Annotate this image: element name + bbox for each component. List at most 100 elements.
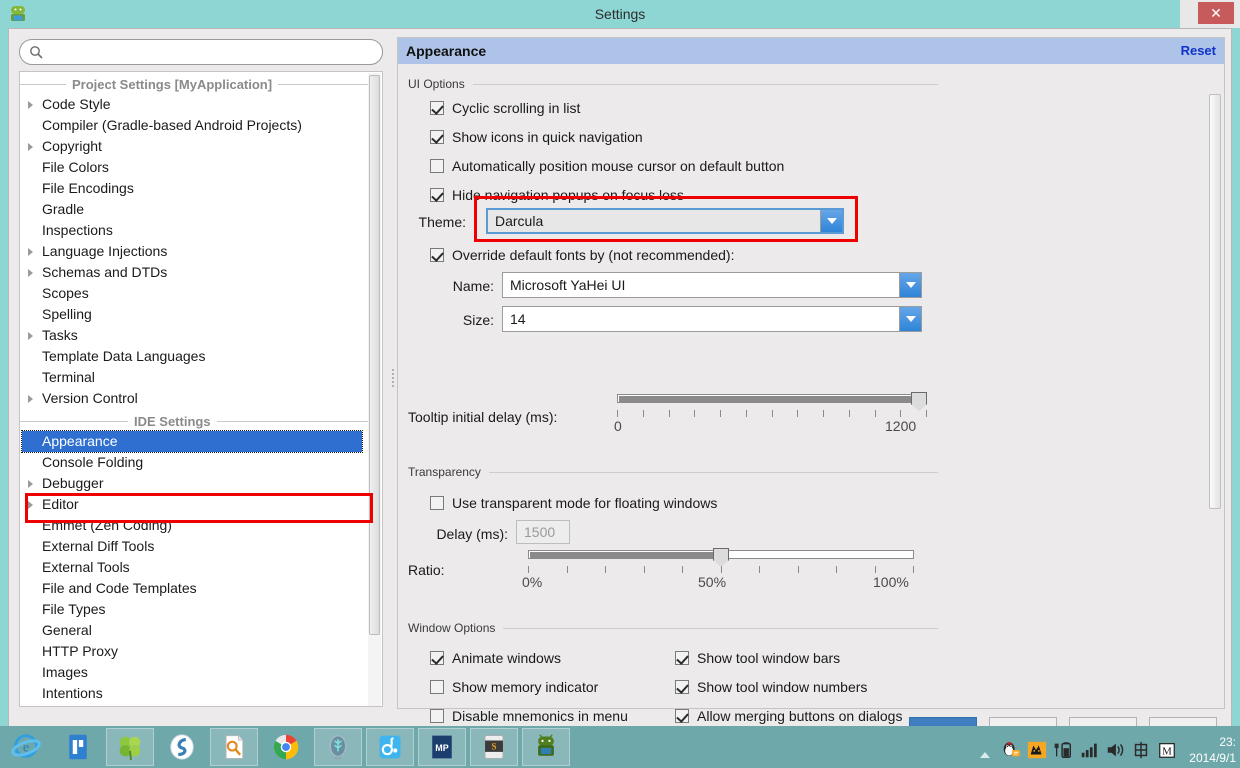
sidebar-item-copyright[interactable]: Copyright	[20, 136, 368, 157]
checkbox-box[interactable]	[430, 496, 444, 510]
chevron-down-icon[interactable]	[899, 273, 921, 297]
sidebar-item-console-folding[interactable]: Console Folding	[20, 452, 368, 473]
checkbox-box[interactable]	[430, 101, 444, 115]
font-name-combobox[interactable]: Microsoft YaHei UI	[502, 272, 922, 298]
sidebar-item-code-style[interactable]: Code Style	[20, 94, 368, 115]
checkbox-show-tool-window-bars[interactable]: Show tool window bars	[675, 650, 840, 666]
chevron-down-icon[interactable]	[899, 307, 921, 331]
qq-penguin-icon[interactable]	[1000, 739, 1022, 761]
taskbar-sublime-text-icon[interactable]: S	[470, 728, 518, 766]
sidebar-scrollbar[interactable]	[368, 73, 381, 706]
chevron-right-icon[interactable]	[28, 501, 33, 509]
taskbar-blue-app-icon[interactable]	[54, 728, 102, 766]
checkbox-disable-mnemonics[interactable]: Disable mnemonics in menu	[430, 708, 628, 724]
search-input[interactable]	[48, 41, 374, 63]
sidebar-item-file-types[interactable]: File Types	[20, 599, 368, 620]
checkbox-cyclic-scrolling[interactable]: Cyclic scrolling in list	[430, 100, 580, 116]
sidebar-item-external-diff-tools[interactable]: External Diff Tools	[20, 536, 368, 557]
sidebar-item-template-data-languages[interactable]: Template Data Languages	[20, 346, 368, 367]
checkbox-box[interactable]	[430, 188, 444, 202]
panel-scrollbar-thumb[interactable]	[1209, 94, 1221, 509]
sidebar-item-editor[interactable]: Editor	[20, 494, 368, 515]
chevron-right-icon[interactable]	[28, 101, 33, 109]
sidebar-item-file-and-code-templates[interactable]: File and Code Templates	[20, 578, 368, 599]
checkbox-hide-nav-popups[interactable]: Hide navigation popups on focus loss	[430, 187, 684, 203]
sidebar-item-file-colors[interactable]: File Colors	[20, 157, 368, 178]
sidebar-item-http-proxy[interactable]: HTTP Proxy	[20, 641, 368, 662]
reset-link[interactable]: Reset	[1181, 38, 1216, 64]
cat-icon[interactable]	[1026, 739, 1048, 761]
taskbar-sogou-browser-icon[interactable]	[158, 728, 206, 766]
checkbox-box[interactable]	[430, 680, 444, 694]
checkbox-box[interactable]	[430, 130, 444, 144]
sidebar-item-scopes[interactable]: Scopes	[20, 283, 368, 304]
search-field[interactable]	[19, 39, 383, 65]
battery-icon[interactable]	[1052, 739, 1074, 761]
sidebar-item-intentions[interactable]: Intentions	[20, 683, 368, 704]
sidebar-item-general[interactable]: General	[20, 620, 368, 641]
checkbox-auto-position-cursor[interactable]: Automatically position mouse cursor on d…	[430, 158, 784, 174]
taskbar-clock[interactable]: 23: 2014/9/1	[1178, 734, 1236, 766]
panel-scrollbar[interactable]	[1207, 94, 1222, 704]
sidebar-item-images[interactable]: Images	[20, 662, 368, 683]
checkbox-box[interactable]	[430, 248, 444, 262]
sidebar-item-appearance[interactable]: Appearance	[21, 430, 363, 453]
tray-expand-icon[interactable]	[980, 752, 990, 758]
checkbox-box[interactable]	[675, 680, 689, 694]
sidebar-item-external-tools[interactable]: External Tools	[20, 557, 368, 578]
chevron-right-icon[interactable]	[28, 480, 33, 488]
checkbox-box[interactable]	[430, 709, 444, 723]
close-icon[interactable]: ✕	[1198, 2, 1234, 24]
taskbar-teal-tree-icon[interactable]	[314, 728, 362, 766]
checkbox-box[interactable]	[430, 651, 444, 665]
sidebar-item-language-injections[interactable]: Language Injections	[20, 241, 368, 262]
chevron-right-icon[interactable]	[28, 395, 33, 403]
sidebar-item-debugger[interactable]: Debugger	[20, 473, 368, 494]
chevron-right-icon[interactable]	[28, 269, 33, 277]
sidebar-scrollbar-thumb[interactable]	[369, 75, 380, 635]
checkbox-box[interactable]	[675, 651, 689, 665]
checkbox-show-icons-quick-nav[interactable]: Show icons in quick navigation	[430, 129, 643, 145]
taskbar-clover-icon[interactable]	[106, 728, 154, 766]
slider-thumb[interactable]	[911, 392, 927, 411]
sidebar-item-tasks[interactable]: Tasks	[20, 325, 368, 346]
volume-icon[interactable]	[1104, 739, 1126, 761]
ime-chinese-icon[interactable]	[1130, 739, 1152, 761]
font-size-combobox[interactable]: 14	[502, 306, 922, 332]
chevron-down-icon[interactable]	[820, 210, 842, 232]
slider-track[interactable]	[617, 394, 927, 403]
slider-thumb[interactable]	[713, 548, 729, 567]
theme-combobox[interactable]: Darcula	[486, 208, 844, 234]
chevron-right-icon[interactable]	[28, 332, 33, 340]
sidebar-item-compiler-gradle-based-android-projects[interactable]: Compiler (Gradle-based Android Projects)	[20, 115, 368, 136]
chevron-right-icon[interactable]	[28, 248, 33, 256]
checkbox-animate-windows[interactable]: Animate windows	[430, 650, 561, 666]
checkbox-allow-merging-buttons[interactable]: Allow merging buttons on dialogs	[675, 708, 902, 724]
checkbox-box[interactable]	[675, 709, 689, 723]
pane-splitter[interactable]	[389, 37, 397, 709]
taskbar-cloud-music-icon[interactable]	[366, 728, 414, 766]
sidebar-item-schemas-and-dtds[interactable]: Schemas and DTDs	[20, 262, 368, 283]
checkbox-transparent-mode[interactable]: Use transparent mode for floating window…	[430, 495, 717, 511]
taskbar-internet-explorer-icon[interactable]: e	[2, 728, 50, 766]
settings-tree[interactable]: Project Settings [MyApplication] Code Sty…	[19, 71, 383, 707]
checkbox-show-tool-window-numbers[interactable]: Show tool window numbers	[675, 679, 867, 695]
taskbar-everything-search-icon[interactable]	[210, 728, 258, 766]
sidebar-item-terminal[interactable]: Terminal	[20, 367, 368, 388]
network-signal-icon[interactable]	[1078, 739, 1100, 761]
taskbar-android-studio-icon[interactable]	[522, 728, 570, 766]
sidebar-item-file-encodings[interactable]: File Encodings	[20, 178, 368, 199]
sidebar-item-spelling[interactable]: Spelling	[20, 304, 368, 325]
sidebar-item-version-control[interactable]: Version Control	[20, 388, 368, 409]
checkbox-box[interactable]	[430, 159, 444, 173]
taskbar-mp-icon[interactable]: MP	[418, 728, 466, 766]
taskbar-chrome-icon[interactable]	[262, 728, 310, 766]
sidebar-item-emmet-zen-coding[interactable]: Emmet (Zen Coding)	[20, 515, 368, 536]
delay-input[interactable]: 1500	[516, 520, 570, 544]
m-icon[interactable]: M	[1156, 739, 1178, 761]
sidebar-item-inspections[interactable]: Inspections	[20, 220, 368, 241]
sidebar-item-gradle[interactable]: Gradle	[20, 199, 368, 220]
checkbox-show-memory-indicator[interactable]: Show memory indicator	[430, 679, 598, 695]
checkbox-override-fonts[interactable]: Override default fonts by (not recommend…	[430, 247, 734, 263]
chevron-right-icon[interactable]	[28, 143, 33, 151]
